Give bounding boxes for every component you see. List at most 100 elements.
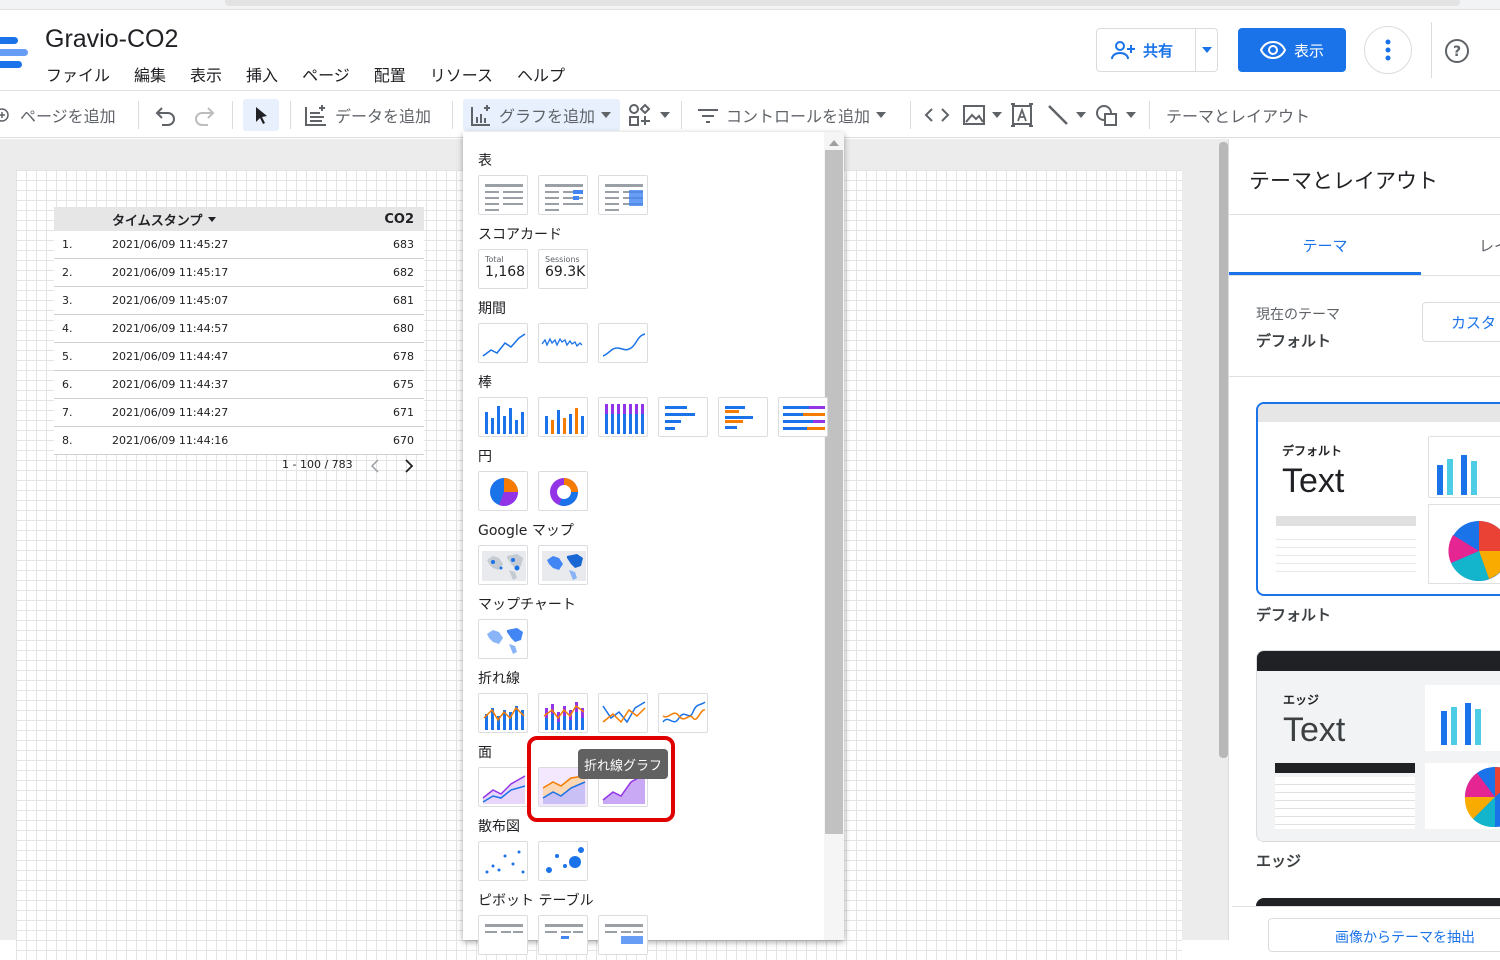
theme-layout-button[interactable]: テーマとレイアウト xyxy=(1166,99,1310,131)
scorecard-icon[interactable]: Sessions 69.3K xyxy=(538,249,588,289)
row-index: 7. xyxy=(62,406,73,419)
theme-card-default[interactable]: デフォルト Text xyxy=(1256,402,1500,596)
row-index: 2. xyxy=(62,266,73,279)
grouped-column-icon[interactable] xyxy=(538,397,588,437)
scorecard-icon[interactable]: Total 1,168 xyxy=(478,249,528,289)
menu-arrange[interactable]: 配置 xyxy=(374,62,406,86)
svg-text:?: ? xyxy=(1453,44,1461,60)
bubble-map-icon[interactable] xyxy=(478,545,528,585)
header-divider xyxy=(1431,22,1432,78)
section-line: 折れ線 xyxy=(478,671,520,687)
share-dropdown-icon[interactable] xyxy=(1195,29,1217,71)
text-box-button[interactable] xyxy=(1010,99,1034,131)
bar-chart-icon[interactable] xyxy=(658,397,708,437)
line-chart-icon[interactable] xyxy=(598,693,648,733)
combo-chart-icon[interactable] xyxy=(478,693,528,733)
menu-resource[interactable]: リソース xyxy=(430,62,493,86)
chevron-down-icon xyxy=(1126,112,1136,118)
chevron-right-icon[interactable] xyxy=(404,459,414,473)
pivot-table-heatmap-icon[interactable] xyxy=(598,915,648,955)
row-timestamp: 2021/06/09 11:44:47 xyxy=(112,350,229,363)
chevron-down-icon xyxy=(660,112,670,118)
add-data-label: データを追加 xyxy=(335,107,432,126)
report-title[interactable]: Gravio-CO2 xyxy=(45,25,178,54)
pointer-icon xyxy=(256,107,267,124)
pie-chart-icon xyxy=(1425,763,1500,829)
row-co2: 680 xyxy=(393,322,414,335)
chevron-left-icon[interactable] xyxy=(370,459,380,473)
column-chart-icon[interactable] xyxy=(478,397,528,437)
donut-chart-icon[interactable] xyxy=(538,471,588,511)
bubble-chart-icon[interactable] xyxy=(538,841,588,881)
view-label: 表示 xyxy=(1293,41,1324,60)
scatter-chart-icon[interactable] xyxy=(478,841,528,881)
column-header-co2[interactable]: CO2 xyxy=(342,212,422,227)
image-button[interactable] xyxy=(962,99,1002,131)
add-data-button[interactable]: データを追加 xyxy=(303,99,431,131)
stacked-bar-icon[interactable] xyxy=(778,397,828,437)
stacked-column-icon[interactable] xyxy=(598,397,648,437)
add-chart-button[interactable]: グラフを追加 xyxy=(463,99,620,131)
sparkline-icon[interactable] xyxy=(538,323,588,363)
filled-map-icon[interactable] xyxy=(538,545,588,585)
undo-button[interactable] xyxy=(154,99,178,131)
pagination-label: 1 - 100 / 783 xyxy=(282,458,353,471)
table-pagination: 1 - 100 / 783 xyxy=(54,456,424,476)
table-row: 5. 2021/06/09 11:44:47 678 xyxy=(54,343,424,371)
help-icon[interactable]: ? xyxy=(1444,38,1470,64)
customize-button[interactable]: カスタ xyxy=(1422,302,1500,342)
canvas-scrollbar[interactable] xyxy=(1219,142,1228,758)
menu-edit[interactable]: 編集 xyxy=(134,62,166,86)
menu-insert[interactable]: 挿入 xyxy=(246,62,278,86)
redo-button[interactable] xyxy=(192,99,216,131)
add-page-button[interactable]: ページを追加 xyxy=(0,99,116,131)
add-data-icon xyxy=(305,105,326,126)
smoothed-time-series-icon[interactable] xyxy=(598,323,648,363)
table-bars-icon[interactable] xyxy=(538,175,588,215)
row-index: 6. xyxy=(62,378,73,391)
menu-help[interactable]: ヘルプ xyxy=(517,62,565,86)
select-tool-button[interactable] xyxy=(243,99,279,131)
table-icon[interactable] xyxy=(478,175,528,215)
theme-card-edge[interactable]: エッジ Text xyxy=(1256,650,1500,842)
shape-button[interactable] xyxy=(1094,99,1136,131)
menu-scroll-thumb[interactable] xyxy=(825,150,843,834)
menu-view[interactable]: 表示 xyxy=(190,62,222,86)
row-index: 5. xyxy=(62,350,73,363)
table-row: 2. 2021/06/09 11:45:17 682 xyxy=(54,259,424,287)
theme-name-default: デフォルト xyxy=(1256,606,1332,624)
grouped-bar-icon[interactable] xyxy=(718,397,768,437)
tab-layout[interactable]: レイ xyxy=(1479,235,1500,256)
menu-file[interactable]: ファイル xyxy=(46,62,110,86)
column-header-timestamp[interactable]: タイムスタンプ xyxy=(112,210,342,229)
tab-theme[interactable]: テーマ xyxy=(1229,215,1421,275)
pivot-table-icon[interactable] xyxy=(478,915,528,955)
row-timestamp: 2021/06/09 11:45:17 xyxy=(112,266,229,279)
data-table[interactable]: タイムスタンプ CO2 1. 2021/06/09 11:45:27 683 2. 20… xyxy=(54,207,424,455)
view-button[interactable]: 表示 xyxy=(1238,28,1346,72)
menu-page[interactable]: ページ xyxy=(302,62,350,86)
community-visual-button[interactable] xyxy=(628,99,670,131)
line-button[interactable] xyxy=(1046,99,1086,131)
time-series-icon[interactable] xyxy=(478,323,528,363)
stacked-combo-icon[interactable] xyxy=(538,693,588,733)
row-co2: 682 xyxy=(393,266,414,279)
app-logo-icon[interactable] xyxy=(0,34,32,74)
extract-theme-button[interactable]: 画像からテーマを抽出 xyxy=(1268,918,1500,952)
more-options-icon[interactable] xyxy=(1364,26,1412,74)
smoothed-line-icon[interactable] xyxy=(658,693,708,733)
share-button[interactable]: 共有 xyxy=(1096,28,1218,72)
scroll-up-icon[interactable] xyxy=(829,139,839,146)
table-heatmap-icon[interactable] xyxy=(598,175,648,215)
pivot-table-bars-icon[interactable] xyxy=(538,915,588,955)
table-header: タイムスタンプ CO2 xyxy=(54,207,424,231)
pie-chart-icon[interactable] xyxy=(478,471,528,511)
add-control-button[interactable]: コントロールを追加 xyxy=(696,99,887,131)
embed-code-button[interactable] xyxy=(924,99,950,131)
area-chart-icon[interactable] xyxy=(478,767,528,807)
row-co2: 678 xyxy=(393,350,414,363)
row-index: 1. xyxy=(62,238,73,251)
geo-chart-icon[interactable] xyxy=(478,619,528,659)
add-page-label: ページを追加 xyxy=(20,107,116,126)
row-index: 3. xyxy=(62,294,73,307)
